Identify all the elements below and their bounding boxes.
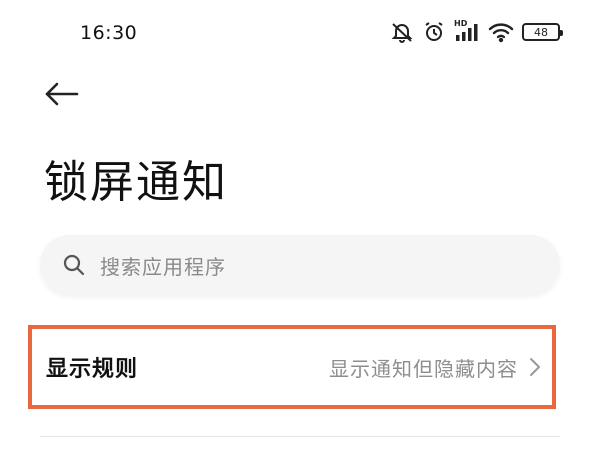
arrow-left-icon [44, 81, 80, 111]
status-bar: 16:30 HD 48 [0, 0, 600, 68]
display-rule-setting[interactable]: 显示规则 显示通知但隐藏内容 [28, 325, 556, 409]
search-icon [62, 253, 86, 277]
battery-level: 48 [534, 25, 548, 39]
status-icons: HD 48 [390, 19, 563, 44]
search-placeholder: 搜索应用程序 [100, 254, 226, 279]
battery-icon: 48 [522, 23, 563, 41]
wifi-icon [488, 21, 514, 43]
page-title: 锁屏通知 [44, 157, 228, 208]
chevron-right-icon [528, 356, 542, 378]
search-input[interactable]: 搜索应用程序 [40, 235, 560, 295]
signal-hd-icon: HD [454, 19, 480, 43]
bell-muted-icon [390, 20, 414, 44]
status-time: 16:30 [80, 22, 138, 44]
back-button[interactable] [40, 76, 84, 116]
hd-label: HD [454, 19, 468, 28]
divider [40, 436, 560, 437]
rule-label: 显示规则 [46, 357, 139, 382]
rule-value: 显示通知但隐藏内容 [329, 356, 518, 381]
alarm-icon [422, 20, 446, 44]
